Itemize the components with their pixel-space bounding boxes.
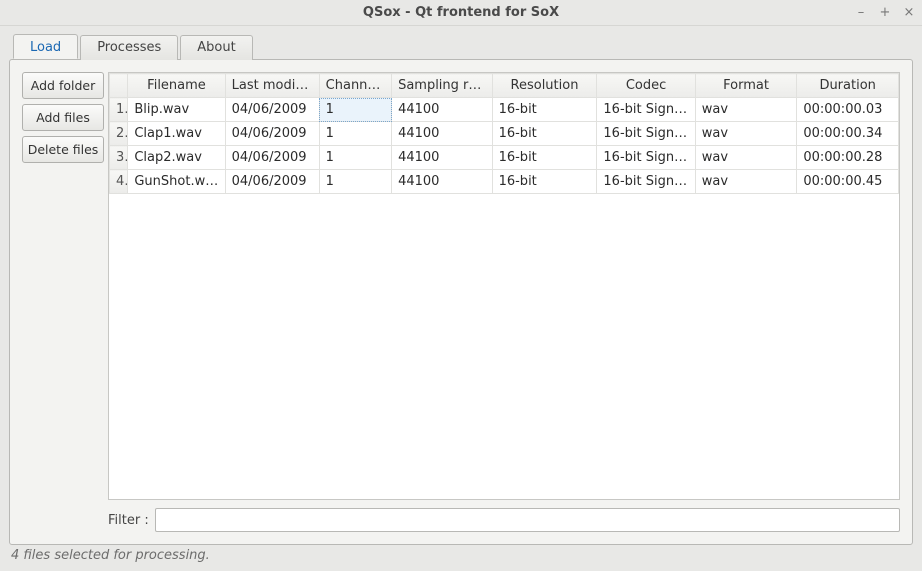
cell-filename[interactable]: Blip.wav [128,98,225,122]
cell-format[interactable]: wav [695,146,797,170]
col-format[interactable]: Format [695,74,797,98]
cell-duration[interactable]: 00:00:00.28 [797,146,899,170]
filter-input[interactable] [155,508,900,532]
tab-load[interactable]: Load [13,34,78,59]
cell-filename[interactable]: Clap2.wav [128,146,225,170]
table-row[interactable]: 2Clap1.wav04/06/200914410016-bit16-bit S… [110,122,899,146]
close-icon[interactable]: × [902,5,916,20]
cell-last_modified[interactable]: 04/06/2009 [225,146,319,170]
window-controls: – + × [854,0,916,25]
add-files-button[interactable]: Add files [22,104,104,131]
cell-sampling_rate[interactable]: 44100 [392,146,493,170]
cell-codec[interactable]: 16-bit Signed I... [597,146,695,170]
cell-last_modified[interactable]: 04/06/2009 [225,122,319,146]
table-row[interactable]: 1Blip.wav04/06/200914410016-bit16-bit Si… [110,98,899,122]
cell-resolution[interactable]: 16-bit [492,98,597,122]
table-row[interactable]: 3Clap2.wav04/06/200914410016-bit16-bit S… [110,146,899,170]
col-filename[interactable]: Filename [128,74,225,98]
filter-row: Filter : [22,508,900,532]
cell-filename[interactable]: Clap1.wav [128,122,225,146]
tab-bar: Load Processes About [9,34,913,59]
cell-duration[interactable]: 00:00:00.34 [797,122,899,146]
add-folder-button[interactable]: Add folder [22,72,104,99]
minimize-icon[interactable]: – [854,5,868,20]
window-title: QSox - Qt frontend for SoX [0,5,922,20]
cell-last_modified[interactable]: 04/06/2009 [225,98,319,122]
cell-resolution[interactable]: 16-bit [492,146,597,170]
cell-duration[interactable]: 00:00:00.45 [797,170,899,194]
col-sampling-rate[interactable]: Sampling rate [392,74,493,98]
cell-codec[interactable]: 16-bit Signed I... [597,170,695,194]
cell-format[interactable]: wav [695,170,797,194]
cell-resolution[interactable]: 16-bit [492,122,597,146]
cell-resolution[interactable]: 16-bit [492,170,597,194]
row-index[interactable]: 4 [110,170,128,194]
file-table[interactable]: Filename Last modified Channels Sampling… [109,73,899,194]
table-empty-area [109,194,899,499]
row-index[interactable]: 3 [110,146,128,170]
cell-channels[interactable]: 1 [319,122,391,146]
col-channels[interactable]: Channels [319,74,391,98]
file-table-container: Filename Last modified Channels Sampling… [108,72,900,500]
col-resolution[interactable]: Resolution [492,74,597,98]
load-top-row: Add folder Add files Delete files [22,72,900,500]
tab-about[interactable]: About [180,35,252,60]
tab-pane-load: Add folder Add files Delete files [9,59,913,545]
delete-files-button[interactable]: Delete files [22,136,104,163]
status-bar: 4 files selected for processing. [9,545,913,567]
row-index[interactable]: 2 [110,122,128,146]
col-last-modified[interactable]: Last modified [225,74,319,98]
cell-filename[interactable]: GunShot.wav [128,170,225,194]
col-codec[interactable]: Codec [597,74,695,98]
cell-channels[interactable]: 1 [319,146,391,170]
window-client: Load Processes About Add folder Add file… [0,26,922,571]
table-corner [110,74,128,98]
row-index[interactable]: 1 [110,98,128,122]
maximize-icon[interactable]: + [878,5,892,20]
cell-last_modified[interactable]: 04/06/2009 [225,170,319,194]
cell-codec[interactable]: 16-bit Signed I... [597,98,695,122]
cell-sampling_rate[interactable]: 44100 [392,122,493,146]
col-duration[interactable]: Duration [797,74,899,98]
cell-channels[interactable]: 1 [319,98,391,122]
table-header-row: Filename Last modified Channels Sampling… [110,74,899,98]
cell-format[interactable]: wav [695,98,797,122]
window-titlebar: QSox - Qt frontend for SoX – + × [0,0,922,26]
cell-codec[interactable]: 16-bit Signed I... [597,122,695,146]
cell-format[interactable]: wav [695,122,797,146]
cell-sampling_rate[interactable]: 44100 [392,170,493,194]
filter-label: Filter : [108,513,149,528]
tab-processes[interactable]: Processes [80,35,178,60]
table-row[interactable]: 4GunShot.wav04/06/200914410016-bit16-bit… [110,170,899,194]
side-button-column: Add folder Add files Delete files [22,72,104,500]
cell-channels[interactable]: 1 [319,170,391,194]
cell-sampling_rate[interactable]: 44100 [392,98,493,122]
tab-widget: Load Processes About Add folder Add file… [9,34,913,545]
cell-duration[interactable]: 00:00:00.03 [797,98,899,122]
